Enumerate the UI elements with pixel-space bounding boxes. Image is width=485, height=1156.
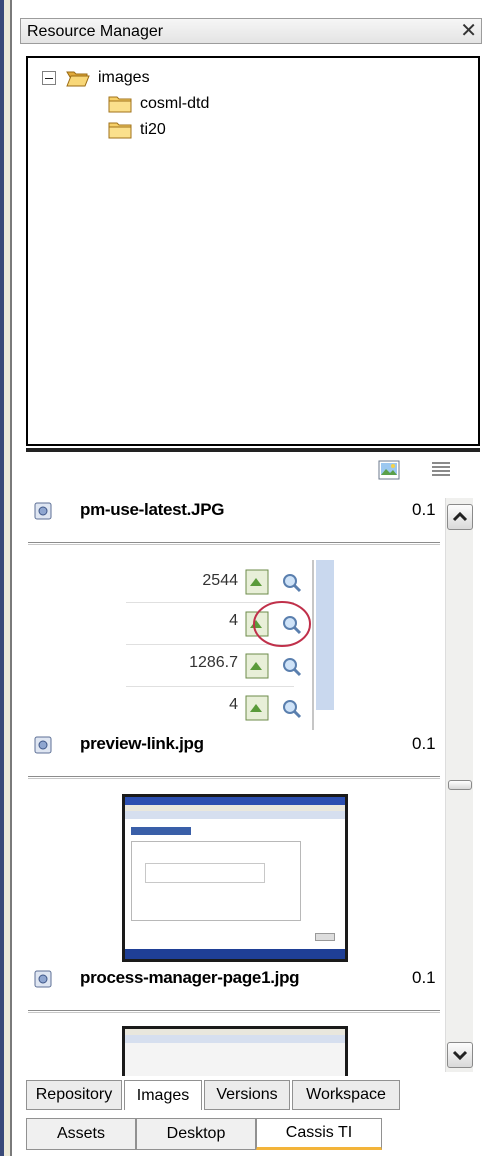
- preview-number: 1286.7: [189, 654, 238, 671]
- file-name: pm-use-latest.JPG: [80, 500, 225, 519]
- tree-item-label: images: [98, 69, 150, 86]
- tree-item-images[interactable]: images: [42, 66, 150, 90]
- vertical-scrollbar[interactable]: [445, 498, 473, 1072]
- preview-number: 4: [229, 612, 238, 629]
- item-separator: [28, 776, 440, 779]
- chevron-down-icon: [452, 1050, 468, 1061]
- file-name: preview-link.jpg: [80, 734, 204, 753]
- file-version: 0.1: [412, 500, 436, 519]
- file-version: 0.1: [412, 968, 436, 987]
- tree-item-label: cosml-dtd: [140, 95, 210, 112]
- workspace-tab-bar: Assets Desktop Cassis TI: [26, 1118, 382, 1150]
- open-folder-icon: [66, 71, 90, 87]
- image-thumbnail: [122, 794, 348, 962]
- close-icon[interactable]: ✕: [460, 19, 477, 43]
- tab-versions[interactable]: Versions: [204, 1080, 290, 1110]
- scroll-thumb[interactable]: [448, 780, 472, 790]
- folder-icon: [108, 96, 132, 113]
- tab-workspace[interactable]: Workspace: [292, 1080, 400, 1110]
- view-toolbar: [26, 456, 480, 486]
- tab-cassis-ti[interactable]: Cassis TI: [256, 1118, 382, 1150]
- preview-number: 4: [229, 696, 238, 713]
- tab-desktop[interactable]: Desktop: [136, 1118, 256, 1150]
- tab-images[interactable]: Images: [124, 1080, 202, 1110]
- image-view-icon[interactable]: [378, 460, 400, 480]
- file-version: 0.1: [412, 734, 436, 753]
- resource-tab-bar: Repository Images Versions Workspace: [26, 1080, 402, 1110]
- resource-manager-window: Resource Manager ✕ images cosml-dtd ti20: [0, 0, 485, 1156]
- image-file-icon: [34, 736, 52, 754]
- image-list: pm-use-latest.JPG 0.1 2544 4 1286.7 4 pr…: [26, 490, 444, 1076]
- tree-item-cosml-dtd[interactable]: cosml-dtd: [108, 92, 209, 116]
- tab-assets[interactable]: Assets: [26, 1118, 136, 1150]
- preview-number: 2544: [202, 572, 238, 589]
- title-bar: Resource Manager ✕: [20, 18, 482, 44]
- file-name: process-manager-page1.jpg: [80, 968, 300, 987]
- tree-item-label: ti20: [140, 121, 166, 138]
- scroll-down-button[interactable]: [447, 1042, 473, 1068]
- chevron-up-icon: [452, 511, 468, 522]
- image-file-icon: [34, 502, 52, 520]
- preview-action-icons: [245, 569, 311, 721]
- image-file-icon: [34, 970, 52, 988]
- window-title: Resource Manager: [27, 23, 164, 40]
- adjacent-window-edge: [0, 0, 14, 1156]
- image-thumbnail: [122, 1026, 348, 1076]
- list-view-icon[interactable]: [430, 460, 452, 480]
- scroll-up-button[interactable]: [447, 504, 473, 530]
- item-separator: [28, 1010, 440, 1013]
- item-separator: [28, 542, 440, 545]
- panel-splitter[interactable]: [26, 448, 480, 452]
- tab-repository[interactable]: Repository: [26, 1080, 122, 1110]
- folder-tree: images cosml-dtd ti20: [26, 56, 480, 446]
- image-thumbnail: 2544 4 1286.7 4: [126, 560, 350, 730]
- tree-item-ti20[interactable]: ti20: [108, 118, 166, 142]
- collapse-icon[interactable]: [42, 71, 56, 85]
- folder-icon: [108, 122, 132, 139]
